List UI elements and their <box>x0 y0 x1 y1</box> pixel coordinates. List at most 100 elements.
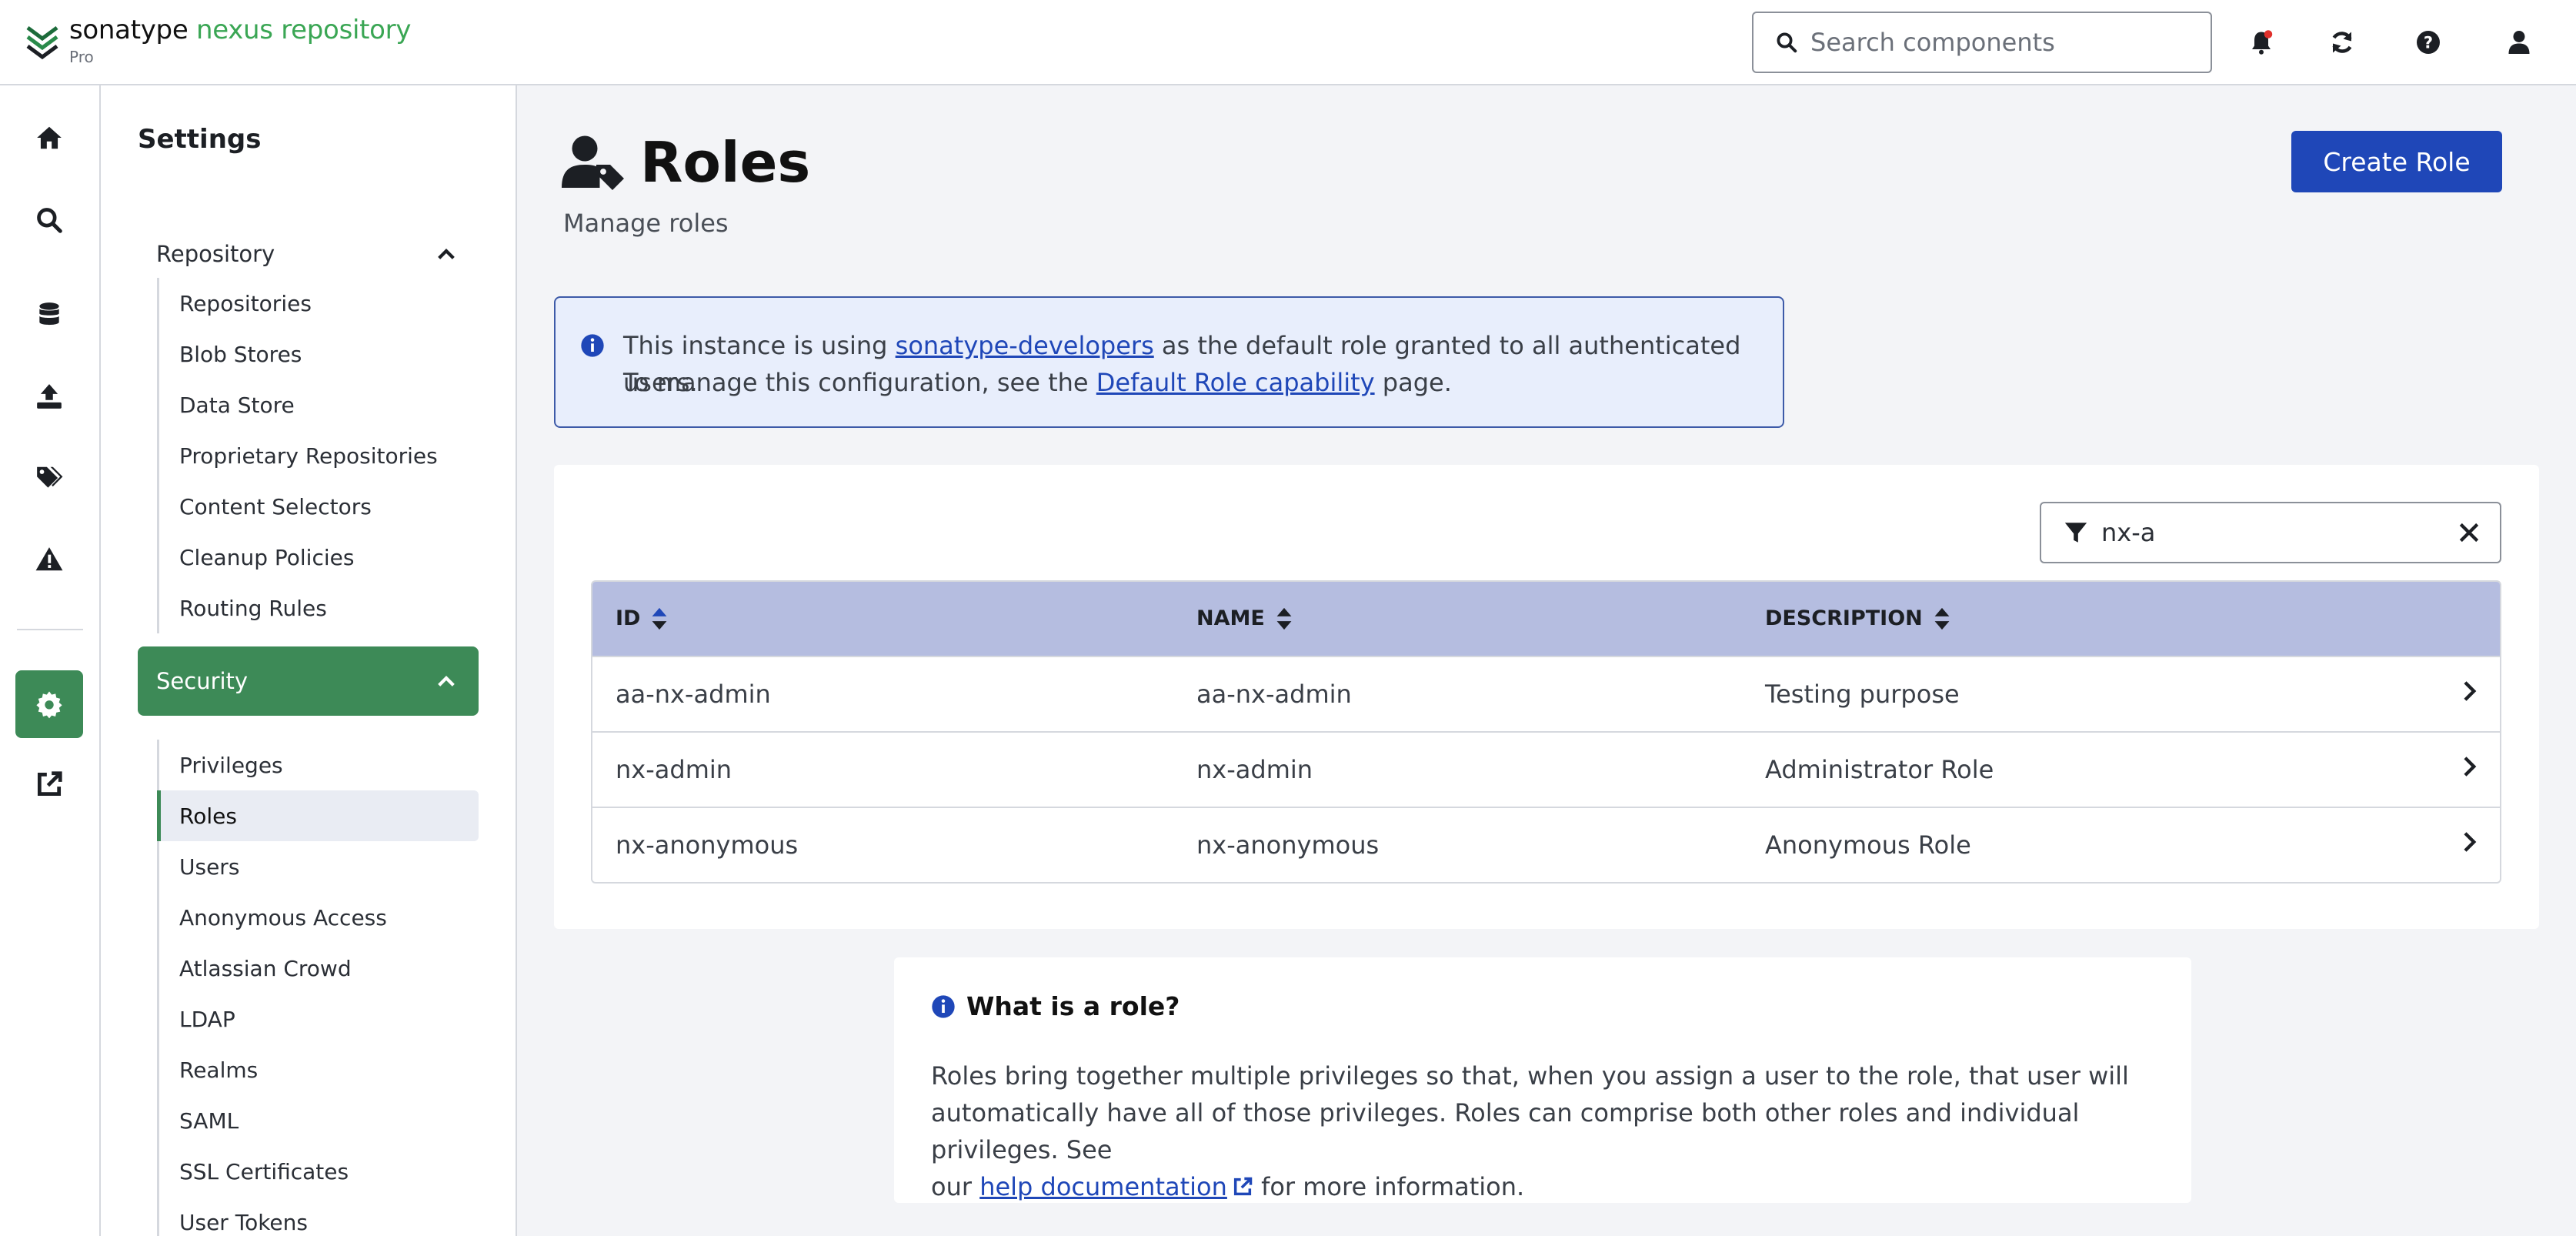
page-title: Roles <box>640 130 811 195</box>
sidebar-item-saml[interactable]: SAML <box>159 1095 479 1146</box>
gear-icon <box>36 691 62 719</box>
sidebar-group-security[interactable]: Security <box>138 646 479 716</box>
sidebar-item-cleanup-policies[interactable]: Cleanup Policies <box>159 532 479 583</box>
info-icon <box>932 994 955 1018</box>
column-label: NAME <box>1196 606 1265 630</box>
external-link-icon <box>37 771 62 797</box>
alert-text: page. <box>1374 368 1452 397</box>
sidebar-item-user-tokens[interactable]: User Tokens <box>159 1197 479 1236</box>
sidebar-item-atlassian-crowd[interactable]: Atlassian Crowd <box>159 943 479 994</box>
refresh-button[interactable] <box>2324 25 2360 60</box>
sidebar-item-blob-stores[interactable]: Blob Stores <box>159 329 479 379</box>
nav-search[interactable] <box>15 186 83 254</box>
row-action[interactable] <box>2438 731 2500 807</box>
settings-sidebar: Settings Repository Repositories Blob St… <box>101 85 517 1236</box>
upload-icon <box>37 384 62 409</box>
user-icon <box>2508 31 2530 54</box>
product-name: nexus repository <box>195 15 412 45</box>
sort-icon <box>652 608 667 630</box>
chevron-up-icon <box>438 248 455 259</box>
table-row[interactable]: aa-nx-admin aa-nx-admin Testing purpose <box>592 656 2500 731</box>
help-button[interactable]: ? <box>2411 25 2446 60</box>
nav-upload[interactable] <box>15 362 83 430</box>
sidebar-item-routing-rules[interactable]: Routing Rules <box>159 583 479 633</box>
refresh-icon <box>2332 32 2352 53</box>
sidebar-item-ssl-certificates[interactable]: SSL Certificates <box>159 1146 479 1197</box>
default-role-capability-link[interactable]: Default Role capability <box>1096 368 1375 397</box>
search-icon <box>1777 32 1797 53</box>
nav-settings[interactable] <box>15 670 83 738</box>
nav-browse[interactable] <box>15 281 83 349</box>
sidebar-item-ldap[interactable]: LDAP <box>159 994 479 1044</box>
user-menu-button[interactable] <box>2501 25 2537 60</box>
filter-box[interactable] <box>2040 502 2501 563</box>
sidebar-group-label: Repository <box>156 241 275 267</box>
warning-icon <box>35 547 63 571</box>
security-submenu: Privileges Roles Users Anonymous Access … <box>157 740 479 1236</box>
cell-description: Anonymous Role <box>1742 807 2438 882</box>
user-tag-icon <box>562 135 624 190</box>
column-header-description[interactable]: DESCRIPTION <box>1742 582 2438 656</box>
sidebar-item-privileges[interactable]: Privileges <box>159 740 479 790</box>
alert-line-2: To manage this configuration, see the De… <box>623 364 1452 401</box>
cell-id: nx-anonymous <box>592 807 1173 882</box>
rail-divider <box>17 629 83 630</box>
cell-description: Testing purpose <box>1742 656 2438 731</box>
sidebar-group-label: Security <box>156 668 249 694</box>
sidebar-item-roles[interactable]: Roles <box>157 790 479 841</box>
sidebar-item-realms[interactable]: Realms <box>159 1044 479 1095</box>
column-label: DESCRIPTION <box>1765 606 1923 630</box>
help-card-title: What is a role? <box>931 991 1180 1021</box>
table-row[interactable]: nx-admin nx-admin Administrator Role <box>592 731 2500 807</box>
filter-input[interactable] <box>2101 518 2457 547</box>
help-card-body: Roles bring together multiple privileges… <box>931 1057 2170 1205</box>
help-card-title-text: What is a role? <box>966 991 1180 1021</box>
cell-description: Administrator Role <box>1742 731 2438 807</box>
nav-malware[interactable] <box>15 526 83 593</box>
info-icon <box>581 334 604 357</box>
column-header-id[interactable]: ID <box>592 582 1173 656</box>
default-role-link[interactable]: sonatype-developers <box>896 331 1154 360</box>
sonatype-logo[interactable]: sonatype nexus repository Pro <box>25 17 411 66</box>
left-nav-rail <box>0 85 101 1236</box>
nav-home[interactable] <box>15 104 83 172</box>
row-action[interactable] <box>2438 807 2500 882</box>
help-link-text: help documentation <box>979 1172 1227 1201</box>
default-role-alert: This instance is using sonatype-develope… <box>554 296 1784 428</box>
help-documentation-link[interactable]: help documentation <box>979 1172 1253 1201</box>
table-header-row: ID NAME DESCRIPTION <box>592 582 2500 656</box>
notifications-button[interactable] <box>2244 25 2279 60</box>
nav-tags[interactable] <box>15 444 83 512</box>
search-box[interactable] <box>1752 12 2212 73</box>
sidebar-item-users[interactable]: Users <box>159 841 479 892</box>
chevron-right-icon <box>2464 757 2477 777</box>
cell-name: aa-nx-admin <box>1173 656 1742 731</box>
sort-icon <box>1276 608 1292 630</box>
nav-external-link[interactable] <box>15 750 83 818</box>
cell-name: nx-admin <box>1173 731 1742 807</box>
page-subtitle: Manage roles <box>563 209 729 238</box>
repository-submenu: Repositories Blob Stores Data Store Prop… <box>157 278 479 633</box>
sidebar-item-repositories[interactable]: Repositories <box>159 278 479 329</box>
search-input[interactable] <box>1810 28 2180 57</box>
table-row[interactable]: nx-anonymous nx-anonymous Anonymous Role <box>592 807 2500 882</box>
top-header: sonatype nexus repository Pro ? <box>0 0 2576 85</box>
help-text: for more information. <box>1253 1172 1525 1201</box>
sonatype-logo-icon <box>26 25 58 60</box>
sidebar-item-content-selectors[interactable]: Content Selectors <box>159 481 479 532</box>
row-action[interactable] <box>2438 656 2500 731</box>
chevron-right-icon <box>2464 832 2477 852</box>
create-role-button[interactable]: Create Role <box>2291 131 2502 192</box>
column-label: ID <box>616 606 641 630</box>
cell-id: nx-admin <box>592 731 1173 807</box>
chevron-up-icon <box>438 675 455 686</box>
column-header-name[interactable]: NAME <box>1173 582 1742 656</box>
sidebar-item-anonymous-access[interactable]: Anonymous Access <box>159 892 479 943</box>
close-icon[interactable] <box>2457 520 2481 545</box>
help-icon: ? <box>2417 31 2440 54</box>
chevron-right-icon <box>2464 681 2477 701</box>
sidebar-item-data-store[interactable]: Data Store <box>159 379 479 430</box>
sidebar-item-proprietary-repositories[interactable]: Proprietary Repositories <box>159 430 479 481</box>
help-text: Roles bring together multiple privileges… <box>931 1061 2129 1091</box>
cell-name: nx-anonymous <box>1173 807 1742 882</box>
